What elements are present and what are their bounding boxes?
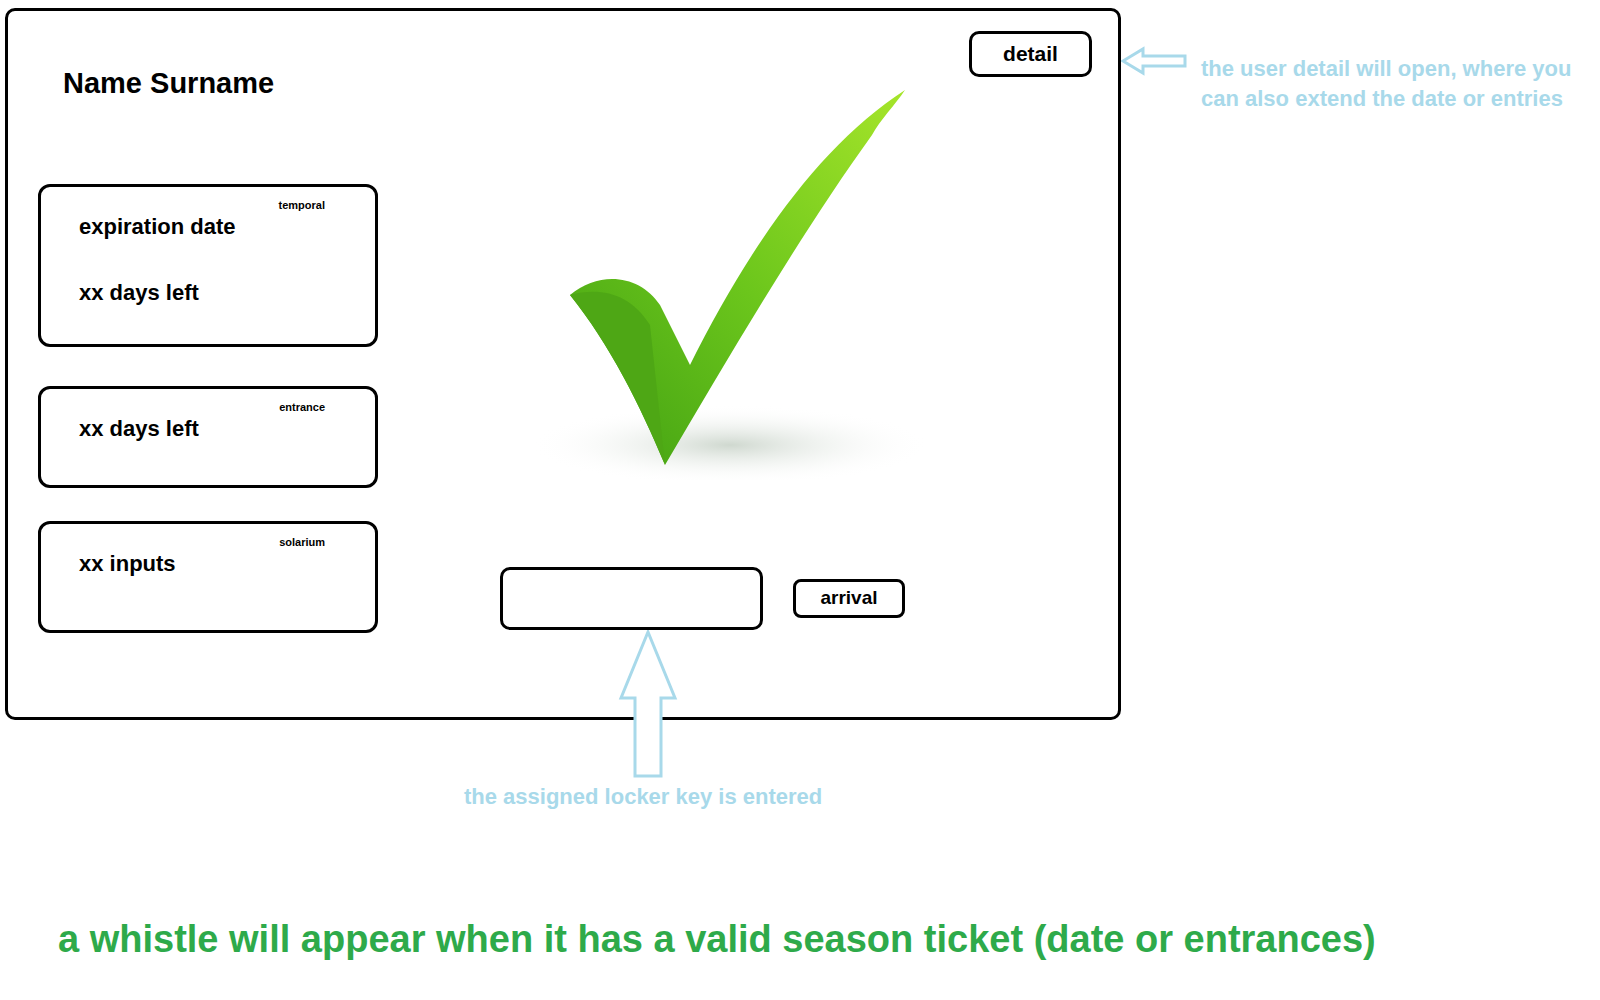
detail-button[interactable]: detail bbox=[969, 31, 1092, 77]
status-area bbox=[500, 25, 954, 480]
ticket-card: entrancexx days left bbox=[38, 386, 378, 488]
card-tag: temporal bbox=[279, 197, 325, 214]
locker-key-input[interactable] bbox=[500, 567, 763, 630]
up-arrow-icon bbox=[618, 630, 678, 780]
ticket-card: solariumxx inputs bbox=[38, 521, 378, 633]
card-line: xx days left bbox=[79, 415, 305, 443]
ticket-card: temporalexpiration date xx days left bbox=[38, 184, 378, 347]
detail-annotation: the user detail will open, where you can… bbox=[1201, 46, 1581, 114]
arrival-button[interactable]: arrival bbox=[793, 579, 905, 618]
card-line: expiration date bbox=[79, 213, 305, 241]
card-tag: entrance bbox=[279, 399, 325, 416]
left-arrow-icon bbox=[1121, 46, 1187, 76]
card-tag: solarium bbox=[279, 534, 325, 551]
page: Name Surname temporalexpiration date xx da… bbox=[0, 0, 1600, 1000]
locker-annotation: the assigned locker key is entered bbox=[464, 782, 1600, 812]
card-line: xx inputs bbox=[79, 550, 305, 578]
user-name: Name Surname bbox=[63, 66, 378, 100]
user-panel: Name Surname temporalexpiration date xx da… bbox=[5, 8, 1121, 720]
footer-annotation: a whistle will appear when it has a vali… bbox=[58, 916, 1600, 962]
card-line: xx days left bbox=[79, 279, 305, 307]
check-mark-icon bbox=[500, 25, 954, 480]
